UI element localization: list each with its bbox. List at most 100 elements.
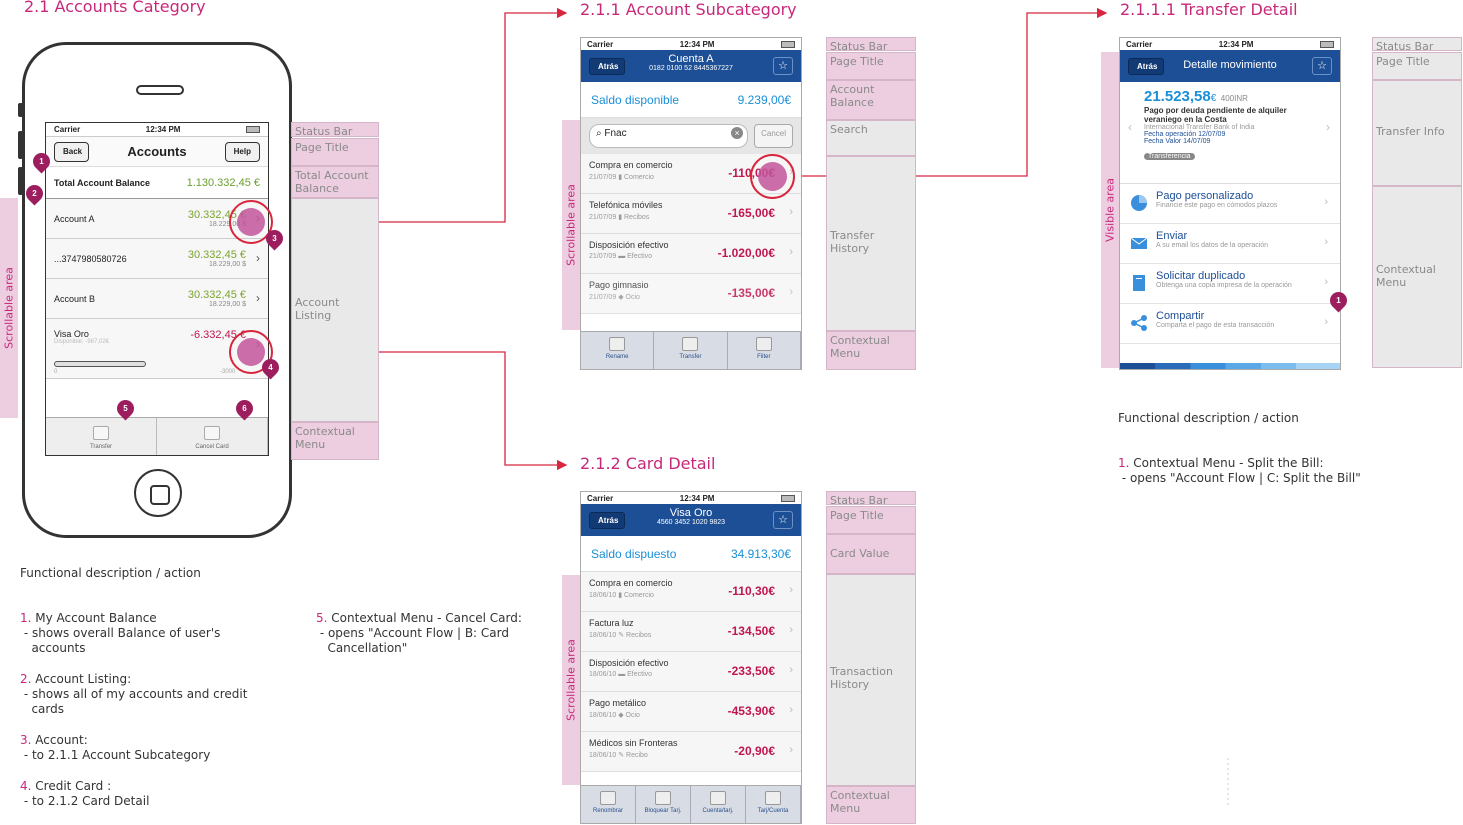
account-row-b[interactable]: Account B 30.332,45 €18.229,00 $ › [46,279,268,319]
chevron-right-icon: › [256,251,260,265]
pin-marker-split-bill: 1 [1326,288,1351,313]
document-icon [1133,275,1145,291]
chevron-right-icon: › [1324,276,1328,288]
label-status-bar: Status Bar [826,491,916,507]
functional-description-heading-2: Functional description / action [1118,411,1299,425]
label-contextual-menu: Contextual Menu [1372,186,1462,368]
action-enviar[interactable]: Enviar A su email los datos de la operaci… [1120,224,1340,264]
bar-max-label: -3000 [220,369,236,375]
pin-marker-3: 3 [262,226,287,251]
transaction-row[interactable]: Factura luz 18/06/10 ✎ Recibos -134,50€ › [581,612,801,652]
status-bar: Carrier 12:34 PM [1120,38,1340,50]
chevron-right-icon: › [789,664,793,676]
description-item-3: 3. Account: - to 2.1.1 Account Subcatego… [20,733,211,762]
chevron-right-icon: › [789,624,793,636]
back-button[interactable]: Atrás [1128,58,1165,75]
clear-icon[interactable]: × [731,127,744,139]
card-detail-screen: Carrier 12:34 PM Atrás Visa Oro 4560 3452… [580,491,802,824]
chevron-right-icon: › [1324,196,1328,208]
back-button[interactable]: Back [54,142,90,162]
total-balance-row: Total Account Balance 1.130.332,45 € [46,167,268,199]
transfer-inr: 400INR [1220,94,1248,103]
scroll-area-label-subcategory: Scrollable area [562,120,580,330]
account-sub-amount: 18.229,00 $ [209,301,246,308]
bar-min-label: 0 [54,369,58,375]
label-search: Search [826,120,916,156]
menu-rename-button[interactable]: Rename [581,332,655,369]
home-button[interactable] [134,469,182,517]
transaction-row[interactable]: Telefónica móviles 21/07/09 ▮ Recibos -165… [581,194,801,234]
account-sub-amount: 18.229,00 $ [209,261,246,268]
transfer-icon [682,337,699,351]
transfer-detail-screen: Carrier 12:34 PM Atrás Detalle movimiento… [1119,37,1341,370]
help-button[interactable]: Help [224,142,260,162]
cancel-button[interactable]: Cancel [754,124,793,148]
transfer-amount: 21.523,58 [1144,88,1211,105]
chevron-left-icon[interactable]: ‹ [1128,120,1132,134]
label-status-bar: Status Bar [826,37,916,53]
menu-transfer-button[interactable]: Transfer [46,418,157,455]
contextual-menu: Transfer Cancel Card [46,417,268,455]
action-pago-personalizado[interactable]: Pago personalizado Financie este pago en … [1120,184,1340,224]
status-bar: Carrier 12:34 PM [46,123,268,137]
card-value-row: Saldo dispuesto 34.913,30€ [581,536,801,572]
pin-marker-2: 2 [22,181,47,206]
star-icon[interactable]: ☆ [1312,57,1332,75]
action-compartir[interactable]: Compartir Comparta el pago de esta transa… [1120,304,1340,344]
battery-icon [246,126,260,133]
transfer-info: ‹ › 21.523,58€ 400INR Pago por deuda pen… [1120,82,1340,184]
card-name: Visa Oro [54,329,89,339]
contextual-menu: Rename Transfer Filter [581,331,801,369]
description-item-2: 2. Account Listing: - shows all of my ac… [20,672,248,716]
star-icon[interactable]: ☆ [773,511,793,529]
battery-icon [781,40,795,48]
menu-transfer-button[interactable]: Transfer [654,332,728,369]
menu-cancel-card-button[interactable]: Cancel Card [157,418,268,455]
menu-rename-button[interactable]: Renombrar [581,786,636,823]
chevron-right-icon[interactable]: › [1326,120,1330,134]
transaction-row[interactable]: Compra en comercio 18/06/10 ▮ Comercio -11… [581,572,801,612]
rename-icon [609,337,626,351]
envelope-icon [1130,237,1148,249]
lock-icon [655,791,671,805]
functional-description-heading: Functional description / action [20,566,201,580]
menu-account-card-button[interactable]: Cuenta/tarj. [691,786,746,823]
label-status-bar: Status Bar [291,122,379,138]
label-contextual-menu: Contextual Menu [291,422,379,460]
back-button[interactable]: Atrás [589,58,626,75]
action-solicitar-duplicado[interactable]: Solicitar duplicado Obtenga una copia imp… [1120,264,1340,304]
transfer-tag: Transferencia [1144,153,1195,160]
back-button[interactable]: Atrás [589,512,626,529]
description-item-4: 4. Credit Card : - to 2.1.2 Card Detail [20,779,150,808]
transaction-row[interactable]: Disposición efectivo 18/06/10 ▬ Efectivo -… [581,652,801,692]
scroll-area-label-phone: Scrollable area [0,198,18,418]
menu-card-account-button[interactable]: Tarj/Cuenta [746,786,801,823]
search-input[interactable]: ⌕ Fnac × [589,124,749,148]
description-item-5: 5. Contextual Menu - Cancel Card: - open… [316,611,522,655]
transaction-row[interactable]: Pago gimnasio 21/07/09 ◆ Ocio -135,00€ › [581,274,801,314]
chevron-right-icon: › [256,291,260,305]
carrier-label: Carrier [54,125,81,134]
transaction-row[interactable]: Disposición efectivo 21/07/09 ▬ Efectivo -… [581,234,801,274]
status-bar: Carrier 12:34 PM [581,492,801,504]
menu-block-card-button[interactable]: Bloquear Tarj. [636,786,691,823]
time-label: 12:34 PM [145,125,181,134]
operation-date: Fecha operación 12/07/09 [1144,131,1226,138]
label-page-title: Page Title [826,506,916,534]
document-card-icon [710,791,726,805]
account-row-number[interactable]: ...3747980580726 30.332,45 €18.229,00 $ … [46,239,268,279]
menu-filter-button[interactable]: Filter [728,332,801,369]
description-item-1: 1. My Account Balance - shows overall Ba… [20,611,221,655]
chevron-right-icon: › [789,744,793,756]
star-icon[interactable]: ☆ [773,57,793,75]
transaction-row[interactable]: Médicos sin Fronteras 18/06/10 ✎ Recibo -2… [581,732,801,772]
search-bar: ⌕ Fnac × Cancel [581,118,801,154]
total-balance-value: 1.130.332,45 € [186,176,260,189]
card-available: Disponible: -987,02€ [54,339,110,345]
transaction-row[interactable]: Pago metálico 18/06/10 ◆ Ocio -453,90€ › [581,692,801,732]
transfer-bank: Internacional Transfer Bank of India [1144,124,1255,131]
label-total-balance: Total Account Balance [291,166,379,198]
transfer-description: Pago por deuda pendiente de alquiler ver… [1144,106,1287,124]
nav-bar: Atrás Detalle movimiento ☆ [1120,50,1340,82]
label-transfer-history: Transfer History [826,156,916,331]
